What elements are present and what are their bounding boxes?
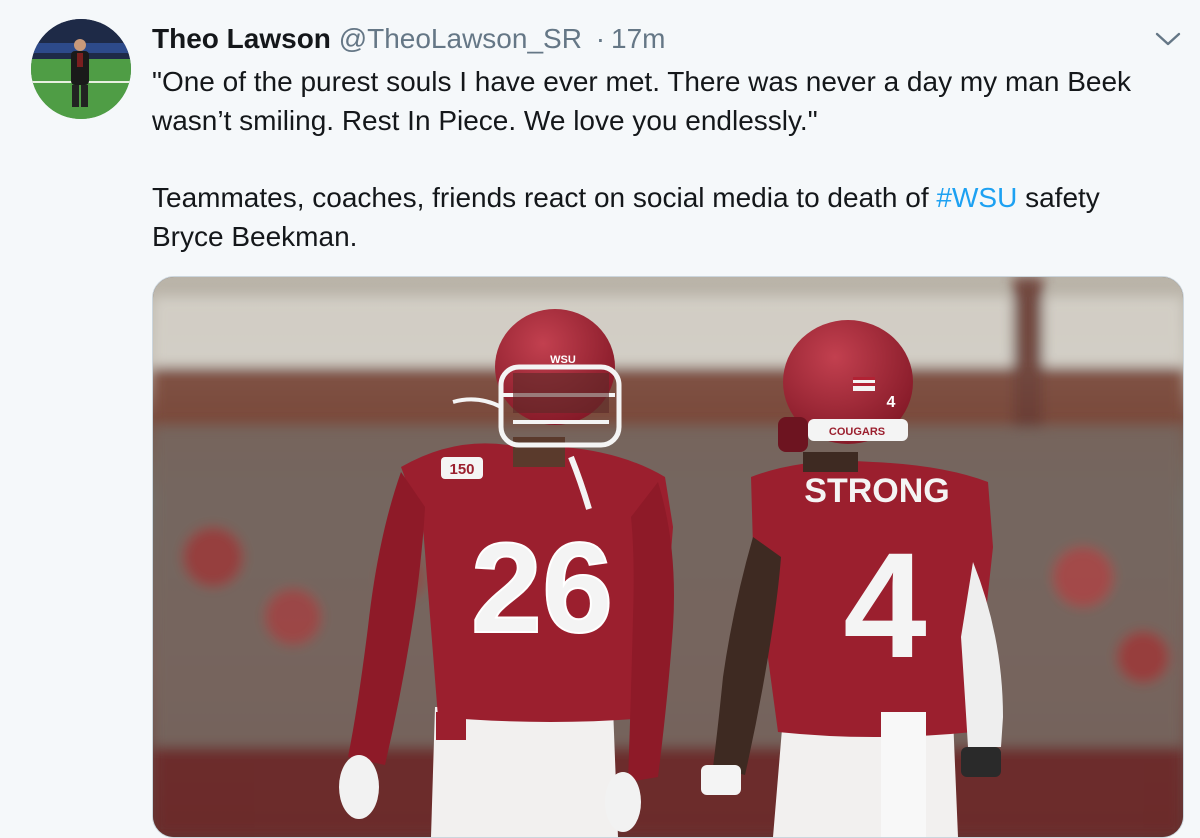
author-handle[interactable]: @TheoLawson_SR (339, 23, 582, 54)
tweet-photo[interactable]: WSU 150 26 COUGARS 4 STRONG 4 (152, 276, 1184, 838)
tweet-header: Theo Lawson @TheoLawson_SR · 17m (152, 22, 666, 56)
helmet-cougars-text: COUGARS (829, 426, 885, 438)
avatar-photo (31, 19, 131, 119)
header-separator: · (595, 23, 606, 54)
jersey-name-strong: STRONG (804, 472, 949, 510)
jersey-number-26: 26 (471, 517, 613, 660)
headline-prefix: Teammates, coaches, friends react on soc… (152, 182, 937, 213)
tweet-quote: "One of the purest souls I have ever met… (152, 66, 1132, 136)
helmet-number: 4 (887, 394, 896, 411)
jersey-number-4: 4 (843, 521, 926, 689)
author-name[interactable]: Theo Lawson (152, 23, 331, 54)
tweet-timestamp[interactable]: 17m (611, 23, 665, 54)
football-photo: WSU 150 26 COUGARS 4 STRONG 4 (153, 277, 1183, 837)
tweet-menu-button[interactable] (1153, 24, 1183, 54)
chevron-down-icon (1155, 32, 1181, 46)
tweet-text: "One of the purest souls I have ever met… (152, 62, 1172, 256)
jersey-150-patch: 150 (449, 461, 474, 478)
tweet-card[interactable]: Theo Lawson @TheoLawson_SR · 17m "One of … (0, 0, 1200, 838)
hashtag-link[interactable]: #WSU (936, 182, 1017, 213)
avatar[interactable] (31, 19, 131, 119)
left-helmet-logo: WSU (550, 354, 576, 366)
tweet-headline: Teammates, coaches, friends react on soc… (152, 178, 1172, 256)
